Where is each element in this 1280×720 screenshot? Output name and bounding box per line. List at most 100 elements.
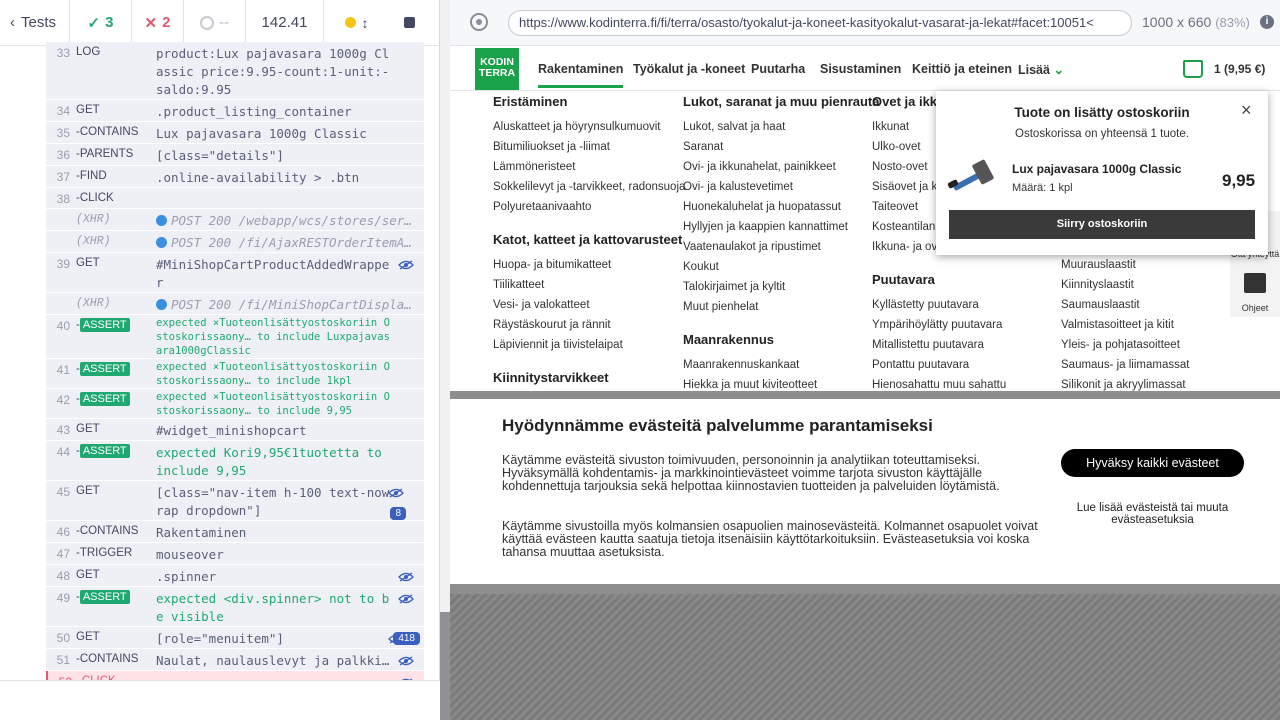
menu-item[interactable]: Vesi- ja valokatteet [493,295,678,315]
resize-arrows-icon[interactable]: ↕ [362,15,369,31]
command-message: expected ×Tuoteonlisättyostoskoriin Osto… [156,361,390,387]
cookie-settings-link[interactable]: Lue lisää evästeistä tai muuta evästease… [1065,502,1240,526]
menu-heading[interactable]: Kiinnitystarvikkeet [493,370,678,385]
command-row[interactable]: 44 - ASSERT expected Kori9,95€1tuotetta to … [46,441,424,481]
cart-icon[interactable] [1183,60,1203,78]
command-number: 47 [56,547,70,561]
menu-item[interactable]: Bitumiliuokset ja -liimat [493,137,678,157]
command-row[interactable]: 40 - ASSERT expected ×Tuoteonlisättyostosko… [46,315,424,359]
menu-item[interactable]: Yleis- ja pohjatasoitteet [1061,335,1246,355]
selector-playground-icon[interactable] [470,13,488,31]
command-row[interactable]: 37 -FIND .online-availability > .btn [46,166,424,188]
menu-item[interactable]: Ovi- ja ikkunahelat, painikkeet [683,157,868,177]
command-message: [class="nav-item h-100 text-nowrap dropd… [156,485,390,518]
menu-item[interactable]: Saumaus- ja liimamassat [1061,355,1246,375]
command-row[interactable]: 48 GET .spinner [46,565,424,587]
menu-heading[interactable]: Maanrakennus [683,332,868,347]
menu-item[interactable]: Saumauslaastit [1061,295,1246,315]
menu-item[interactable]: Pontattu puutavara [872,355,1057,375]
command-message: #widget_minishopcart [156,423,307,438]
url-field[interactable]: https://www.kodinterra.fi/fi/terra/osast… [508,10,1132,36]
menu-heading[interactable]: Eristäminen [493,94,678,109]
pending-count: -- [219,14,229,31]
scrollbar-thumb[interactable] [440,612,450,720]
menu-item[interactable]: Aluskatteet ja höyrynsulkumuovit [493,117,678,137]
command-row[interactable]: 33 LOG product:Lux pajavasara 1000g Classi… [46,42,424,100]
guides-link[interactable]: Ohjeet [1230,303,1280,313]
eye-slash-icon[interactable] [398,654,414,666]
menu-item[interactable]: Lämmöneristeet [493,157,678,177]
nav-puutarha[interactable]: Puutarha [751,62,805,76]
close-icon[interactable]: × [1241,100,1252,121]
command-row[interactable]: 49 - ASSERT expected <div.spinner> not to b… [46,587,424,627]
menu-item[interactable]: Saranat [683,137,868,157]
menu-item[interactable]: Muut pienhelat [683,297,868,317]
go-to-cart-button[interactable]: Siirry ostoskoriin [949,210,1255,239]
command-row[interactable]: 38 -CLICK [46,188,424,209]
menu-item[interactable]: Talokirjaimet ja kyltit [683,277,868,297]
command-row[interactable]: (XHR) POST 200 /fi/AjaxRESTOrderItemAdd [46,231,424,253]
menu-item[interactable]: Kiinnityslaastit [1061,275,1246,295]
menu-item[interactable]: Muurauslaastit [1061,255,1246,275]
eye-slash-icon[interactable] [398,592,414,604]
menu-item[interactable]: Polyuretaanivaahto [493,197,678,217]
command-row[interactable]: 34 GET .product_listing_container [46,100,424,122]
menu-item[interactable]: Valmistasoitteet ja kitit [1061,315,1246,335]
menu-item[interactable]: Läpiviennit ja tiivistelaipat [493,335,678,355]
menu-item[interactable]: Räystäskourut ja rännit [493,315,678,335]
menu-item[interactable]: Sokkelilevyt ja -tarvikkeet, radonsuoja [493,177,685,197]
menu-heading[interactable]: Puutavara [872,272,1057,287]
command-row[interactable]: 35 -CONTAINS Lux pajavasara 1000g Classic [46,122,424,144]
eye-slash-icon[interactable] [398,258,414,270]
menu-column-4: Muurauslaastit Kiinnityslaastit Saumauslaa… [1061,255,1246,395]
menu-item[interactable]: Lukot, salvat ja haat [683,117,868,137]
menu-item[interactable]: Ympärihöylätty puutavara [872,315,1057,335]
menu-heading[interactable]: Lukot, saranat ja muu pienrauta [683,94,880,109]
nav-lisaa[interactable]: Lisää ⌄ [1018,62,1064,77]
command-row[interactable]: 51 -CONTAINS Naulat, naulauslevyt ja palkk… [46,649,424,671]
command-name: (XHR) [76,297,111,310]
menu-heading[interactable]: Katot, katteet ja kattovarusteet [493,232,682,247]
command-row[interactable]: 50 GET [role="menuitem"] 418 [46,627,424,649]
tests-button[interactable]: ‹ Tests [0,0,70,46]
stop-icon [403,17,415,28]
command-row[interactable]: 42 - ASSERT expected ×Tuoteonlisättyostosko… [46,389,424,419]
stop-button[interactable] [389,0,429,46]
command-row[interactable]: 43 GET #widget_minishopcart [46,419,424,441]
command-row[interactable]: (XHR) POST 200 /fi/MiniShopCartDisplayV… [46,293,424,315]
accept-all-cookies-button[interactable]: Hyväksy kaikki evästeet [1061,449,1244,477]
command-name: (XHR) [76,235,111,248]
product-name[interactable]: Lux pajavasara 1000g Classic [1012,162,1181,176]
command-row[interactable]: 39 GET #MiniShopCartProductAddedWrapper [46,253,424,293]
nav-keittio[interactable]: Keittiö ja eteinen [912,62,1012,76]
menu-item[interactable]: Huopa- ja bitumikatteet [493,255,678,275]
menu-item[interactable]: Huonekaluhelat ja huopatassut [683,197,868,217]
reporter-scrollbar[interactable] [440,0,450,720]
command-number: 39 [56,257,70,271]
menu-item[interactable]: Koukut [683,257,868,277]
assert-badge: ASSERT [79,318,130,332]
menu-item[interactable]: Ovi- ja kalustevetimet [683,177,868,197]
command-row[interactable]: 47 -TRIGGER mouseover [46,543,424,565]
eye-slash-icon[interactable] [398,570,414,582]
nav-rakentaminen[interactable]: Rakentaminen [538,62,624,88]
command-name: (XHR) [76,213,111,226]
eye-slash-icon[interactable] [388,486,404,498]
nav-tyokalut[interactable]: Työkalut ja -koneet [633,62,745,76]
menu-item[interactable]: Hyllyjen ja kaappien kannattimet [683,217,868,237]
menu-item[interactable]: Vaatenaulakot ja ripustimet [683,237,868,257]
command-row[interactable]: 45 GET [class="nav-item h-100 text-nowrap … [46,481,424,521]
command-row[interactable]: 41 - ASSERT expected ×Tuoteonlisättyostosko… [46,359,424,389]
command-row[interactable]: 46 -CONTAINS Rakentaminen [46,521,424,543]
menu-item[interactable]: Kyllästetty puutavara [872,295,1057,315]
book-icon[interactable] [1244,273,1266,293]
cart-summary[interactable]: 1 (9,95 €) [1214,62,1265,76]
command-row[interactable]: (XHR) POST 200 /webapp/wcs/stores/servl… [46,209,424,231]
info-icon[interactable]: i [1260,15,1274,29]
menu-item[interactable]: Mitallistettu puutavara [872,335,1057,355]
menu-item[interactable]: Tiilikatteet [493,275,678,295]
nav-sisustaminen[interactable]: Sisustaminen [820,62,901,76]
kodinterra-logo[interactable]: KODIN TERRA [475,48,519,90]
command-row[interactable]: 36 -PARENTS [class="details"] [46,144,424,166]
menu-item[interactable]: Maanrakennuskankaat [683,355,868,375]
